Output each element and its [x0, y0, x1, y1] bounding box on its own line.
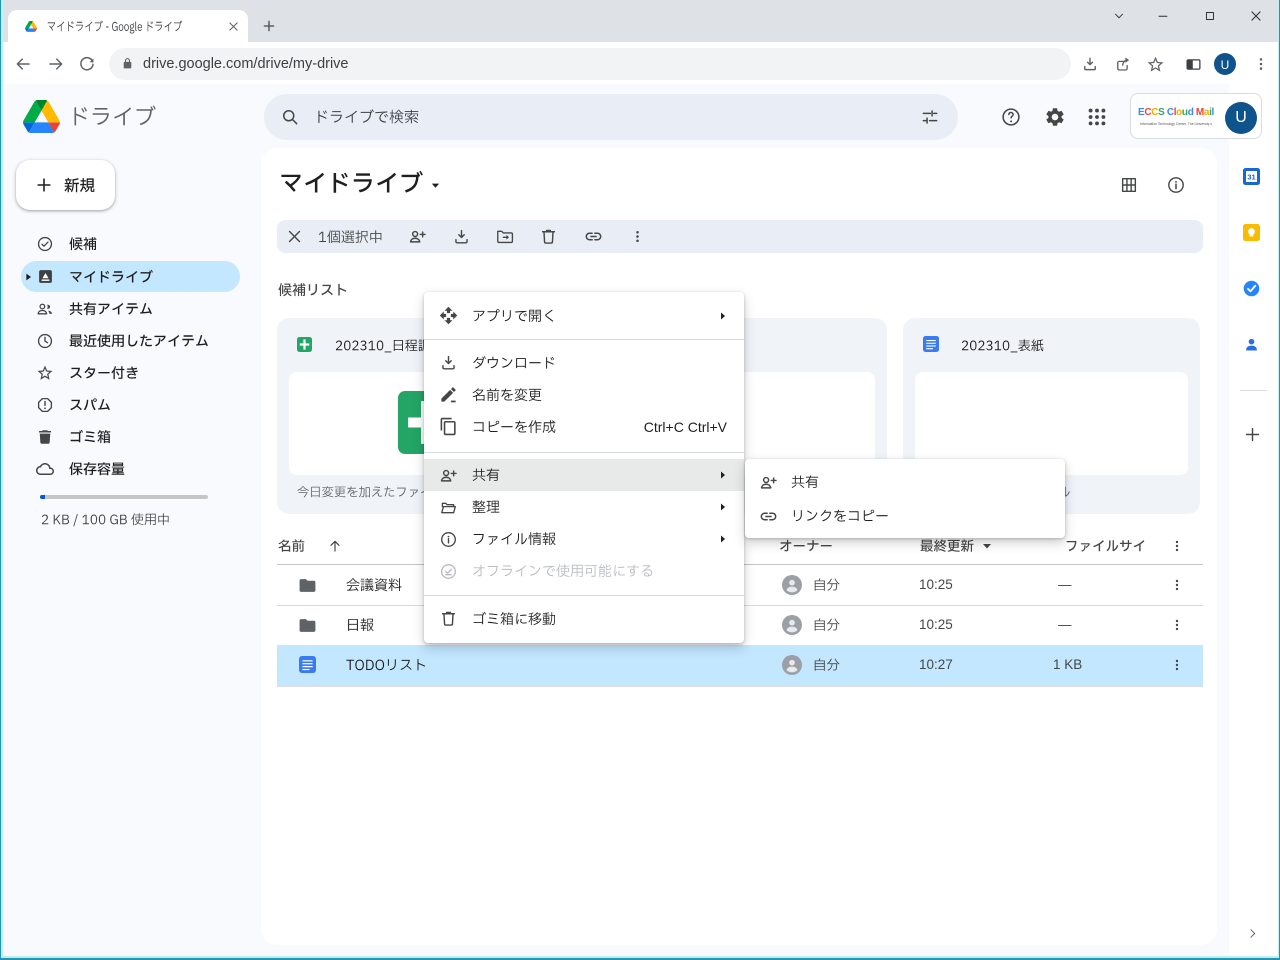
svg-text:31: 31 — [1247, 172, 1255, 181]
